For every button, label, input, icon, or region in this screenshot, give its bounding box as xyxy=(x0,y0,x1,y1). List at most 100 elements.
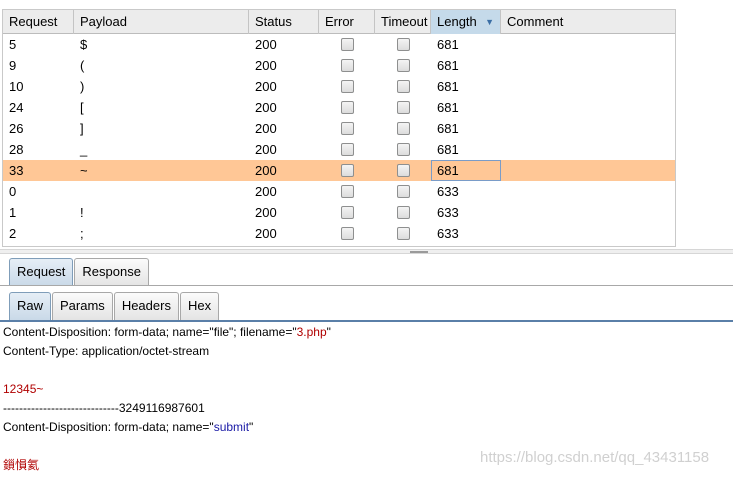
timeout-checkbox[interactable] xyxy=(396,227,410,240)
cell-request: 33 xyxy=(9,163,24,178)
error-checkbox[interactable] xyxy=(340,101,354,114)
cell-comment xyxy=(501,55,675,76)
table-row[interactable]: 5 $200 681 xyxy=(3,34,675,55)
table-row[interactable]: 24 [200 681 xyxy=(3,97,675,118)
cell-length: 633 xyxy=(437,184,459,199)
error-checkbox[interactable] xyxy=(340,80,354,93)
column-header-status[interactable]: Status xyxy=(249,10,319,34)
table-row[interactable]: 9 (200 681 xyxy=(3,55,675,76)
error-checkbox[interactable] xyxy=(340,38,354,51)
body-line: Content-Type: application/octet-stream xyxy=(3,344,210,358)
cell-status: 200 xyxy=(255,163,277,178)
table-row[interactable]: 0 200 633 xyxy=(3,181,675,202)
tab-hex[interactable]: Hex xyxy=(179,292,220,320)
watermark: https://blog.csdn.net/qq_43431158 xyxy=(480,449,710,466)
cell-error xyxy=(319,97,375,118)
tab-response[interactable]: Response xyxy=(74,258,149,286)
cell-error xyxy=(319,55,375,76)
table-row[interactable]: 26] 200 681 xyxy=(3,118,675,139)
cell-payload: ! xyxy=(80,205,84,220)
cell-payload: $ xyxy=(80,37,88,52)
body-text: Content-Disposition: form-data; name=" xyxy=(3,420,214,434)
tab-request[interactable]: Request xyxy=(9,258,74,286)
cell-comment xyxy=(501,97,675,118)
cell-comment xyxy=(501,76,675,97)
timeout-checkbox[interactable] xyxy=(396,38,410,51)
cell-timeout xyxy=(375,181,431,202)
cell-timeout xyxy=(375,160,431,181)
cell-length: 681 xyxy=(431,160,501,181)
cell-timeout xyxy=(375,34,431,55)
body-text: Content-Disposition: form-data; name="fi… xyxy=(3,325,297,339)
timeout-checkbox[interactable] xyxy=(396,164,410,177)
cell-comment xyxy=(501,118,675,139)
column-header-timeout[interactable]: Timeout xyxy=(375,10,431,34)
cell-payload: ] xyxy=(80,121,84,136)
error-checkbox[interactable] xyxy=(340,122,354,135)
cell-error xyxy=(319,76,375,97)
cell-payload: [ xyxy=(80,100,84,115)
timeout-checkbox[interactable] xyxy=(396,143,410,156)
pane-splitter[interactable] xyxy=(0,249,733,254)
cell-request: 24 xyxy=(9,100,24,115)
table-header: Request Payload Status Error Timeout Len… xyxy=(3,10,675,34)
table-row[interactable]: 33 ~200 681 xyxy=(3,160,675,181)
cell-request: 2 xyxy=(9,226,17,241)
cell-request: 5 xyxy=(9,37,17,52)
column-header-length[interactable]: Length ▼ xyxy=(431,10,501,34)
cell-length: 681 xyxy=(437,142,459,157)
cell-comment xyxy=(501,181,675,202)
cell-timeout xyxy=(375,97,431,118)
tab-raw[interactable]: Raw xyxy=(9,292,52,320)
column-header-request[interactable]: Request xyxy=(3,10,74,34)
timeout-checkbox[interactable] xyxy=(396,80,410,93)
cell-status: 200 xyxy=(255,121,277,136)
cell-comment xyxy=(501,223,675,244)
cell-timeout xyxy=(375,223,431,244)
error-checkbox[interactable] xyxy=(340,227,354,240)
results-table: Request Payload Status Error Timeout Len… xyxy=(2,9,676,247)
timeout-checkbox[interactable] xyxy=(396,206,410,219)
cell-timeout xyxy=(375,202,431,223)
table-row[interactable]: 2; 200 633 xyxy=(3,223,675,244)
cell-timeout xyxy=(375,118,431,139)
cell-length: 633 xyxy=(437,205,459,220)
tab-params[interactable]: Params xyxy=(52,292,113,320)
error-checkbox[interactable] xyxy=(340,185,354,198)
cell-payload: ; xyxy=(80,226,84,241)
timeout-checkbox[interactable] xyxy=(396,185,410,198)
cell-status: 200 xyxy=(255,205,277,220)
cell-timeout xyxy=(375,139,431,160)
tab-headers[interactable]: Headers xyxy=(113,292,179,320)
cell-error xyxy=(319,181,375,202)
cell-error xyxy=(319,202,375,223)
view-tabs: Raw Params Headers Hex xyxy=(9,292,220,320)
table-row[interactable]: 10) 200 681 xyxy=(3,76,675,97)
view-tab-divider xyxy=(0,320,733,322)
sort-descending-icon: ▼ xyxy=(485,17,494,27)
cell-status: 200 xyxy=(255,226,277,241)
column-header-error[interactable]: Error xyxy=(319,10,375,34)
timeout-checkbox[interactable] xyxy=(396,101,410,114)
column-header-comment[interactable]: Comment xyxy=(501,10,675,34)
table-body: 5 $200 681 9(200 681 10) 200 681 24[200 681 26] 200… xyxy=(3,34,675,244)
body-value: 3.php xyxy=(296,325,327,339)
cell-payload xyxy=(74,181,249,202)
cell-length: 681 xyxy=(437,121,459,136)
cell-payload: ~ xyxy=(80,163,88,178)
cell-length: 681 xyxy=(437,79,459,94)
splitter-grip-icon[interactable] xyxy=(410,251,428,253)
timeout-checkbox[interactable] xyxy=(396,59,410,72)
table-row[interactable]: 28 _ 200 681 xyxy=(3,139,675,160)
cell-error xyxy=(319,223,375,244)
error-checkbox[interactable] xyxy=(340,206,354,219)
cell-length: 633 xyxy=(437,226,459,241)
column-header-payload[interactable]: Payload xyxy=(74,10,249,34)
error-checkbox[interactable] xyxy=(340,59,354,72)
cell-error xyxy=(319,118,375,139)
table-row[interactable]: 1! 200 633 xyxy=(3,202,675,223)
error-checkbox[interactable] xyxy=(340,164,354,177)
cell-timeout xyxy=(375,76,431,97)
timeout-checkbox[interactable] xyxy=(396,122,410,135)
error-checkbox[interactable] xyxy=(340,143,354,156)
